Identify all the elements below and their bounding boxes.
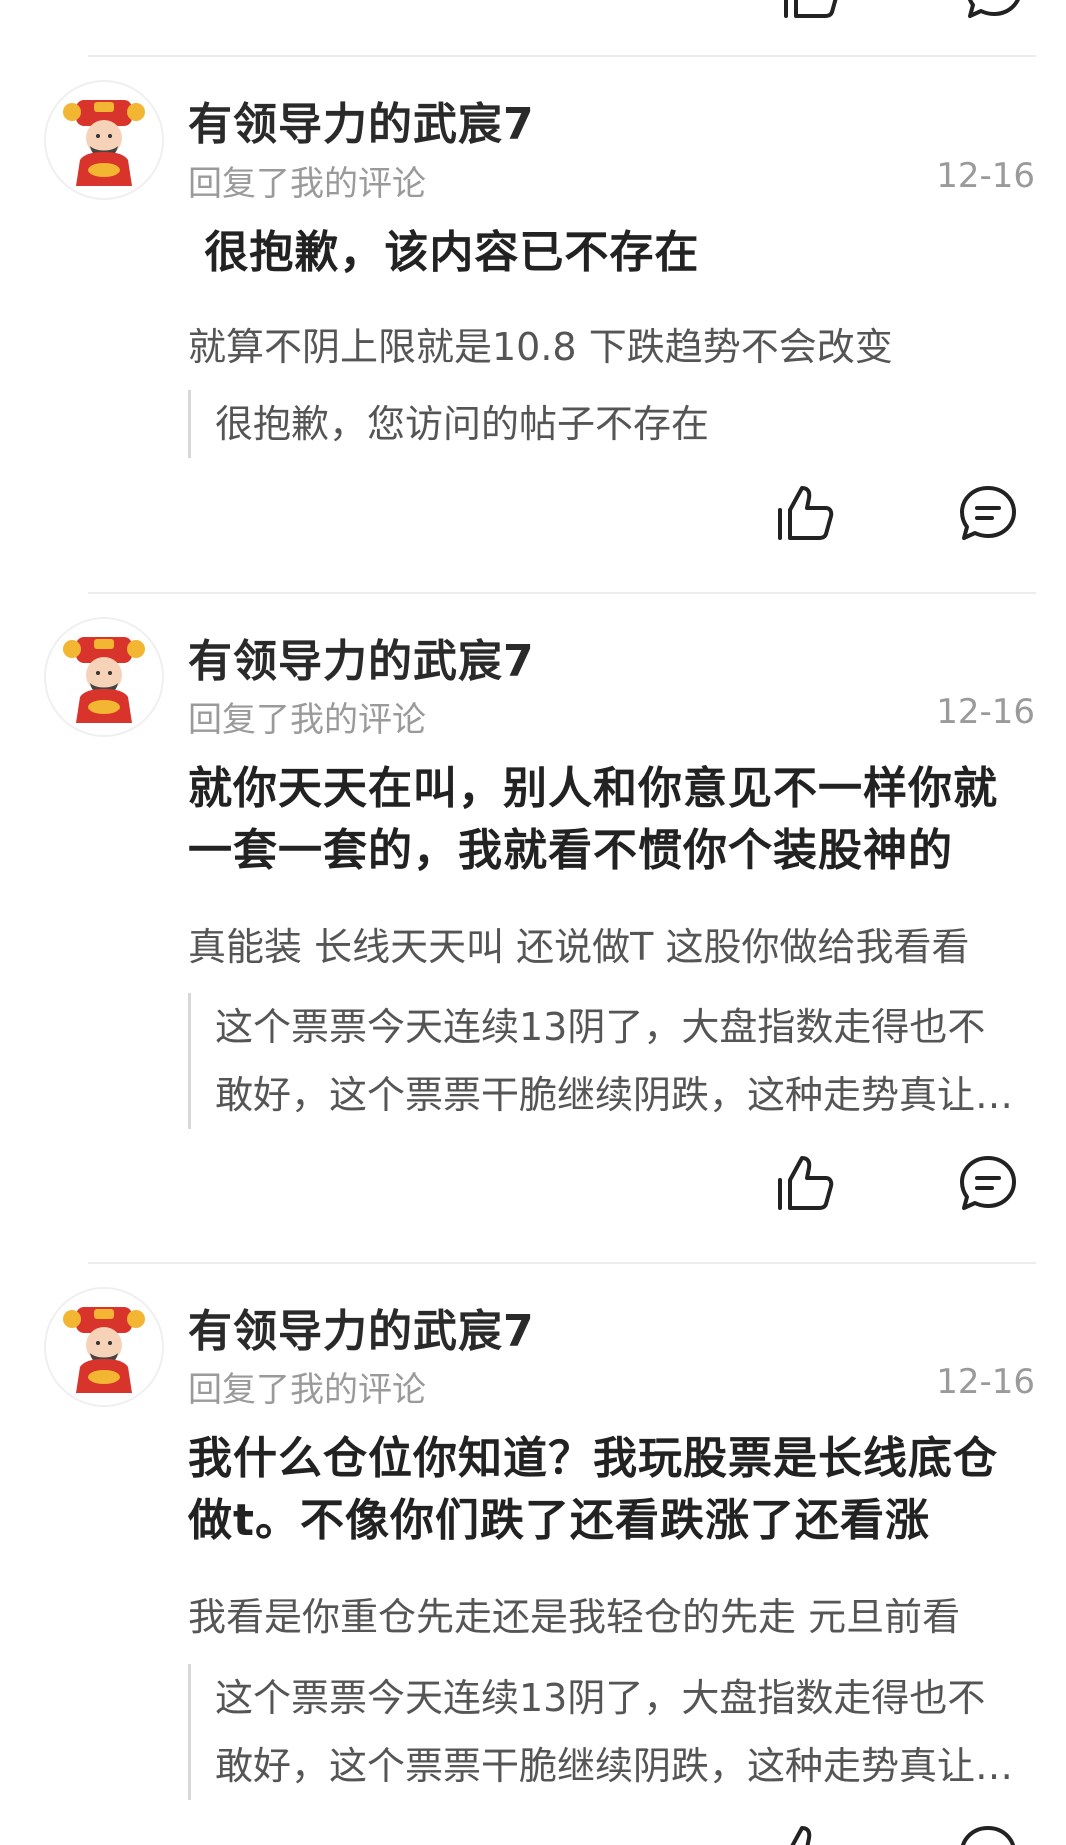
thumbs-up-icon[interactable] (778, 0, 842, 24)
action-label: 回复了我的评论 (188, 164, 426, 204)
comment-reply-list: 有领导力的武宸7 回复了我的评论 12-16 很抱歉，该内容已不存在 就算不阴上… (0, 0, 1066, 1845)
thumbs-up-icon[interactable] (772, 482, 836, 546)
timestamp: 12-16 (936, 1362, 1035, 1402)
reply-content[interactable]: 很抱歉，该内容已不存在 (188, 222, 1038, 284)
user-avatar[interactable] (44, 617, 164, 737)
username[interactable]: 有领导力的武宸7 (188, 88, 535, 152)
quoted-original-comment[interactable]: 很抱歉，您访问的帖子不存在 (188, 390, 1018, 458)
thumbs-up-icon[interactable] (772, 1152, 836, 1216)
timestamp: 12-16 (936, 692, 1035, 732)
user-avatar[interactable] (44, 80, 164, 200)
timestamp: 12-16 (936, 156, 1035, 196)
fortune-god-avatar-icon (46, 619, 162, 735)
reply-context-text: 我看是你重仓先走还是我轻仓的先走 元旦前看 (188, 1595, 961, 1639)
quoted-original-comment[interactable]: 这个票票今天连续13阴了，大盘指数走得也不敢好，这个票票干脆继续阴跌，这种走势真… (188, 1664, 1018, 1800)
action-label: 回复了我的评论 (188, 700, 426, 740)
quoted-original-comment[interactable]: 这个票票今天连续13阴了，大盘指数走得也不敢好，这个票票干脆继续阴跌，这种走势真… (188, 993, 1018, 1129)
comment-bubble-icon[interactable] (956, 1822, 1020, 1845)
fortune-god-avatar-icon (46, 1289, 162, 1405)
comment-bubble-icon[interactable] (956, 482, 1020, 546)
previous-item-actions (0, 0, 1066, 18)
action-label: 回复了我的评论 (188, 1370, 426, 1410)
comment-bubble-icon[interactable] (962, 0, 1026, 24)
reply-content[interactable]: 就你天天在叫，别人和你意见不一样你就一套一套的，我就看不惯你个装股神的 (188, 758, 1038, 882)
divider (88, 1262, 1036, 1264)
comment-bubble-icon[interactable] (956, 1152, 1020, 1216)
user-avatar[interactable] (44, 1287, 164, 1407)
username[interactable]: 有领导力的武宸7 (188, 1295, 535, 1359)
divider (88, 55, 1036, 57)
reply-content[interactable]: 我什么仓位你知道？我玩股票是长线底仓做t。不像你们跌了还看跌涨了还看涨 (188, 1428, 1038, 1552)
reply-context-text: 就算不阴上限就是10.8 下跌趋势不会改变 (188, 325, 893, 369)
fortune-god-avatar-icon (46, 82, 162, 198)
reply-context-text: 真能装 长线天天叫 还说做T 这股你做给我看看 (188, 925, 970, 969)
thumbs-up-icon[interactable] (772, 1822, 836, 1845)
username[interactable]: 有领导力的武宸7 (188, 625, 535, 689)
divider (88, 592, 1036, 594)
